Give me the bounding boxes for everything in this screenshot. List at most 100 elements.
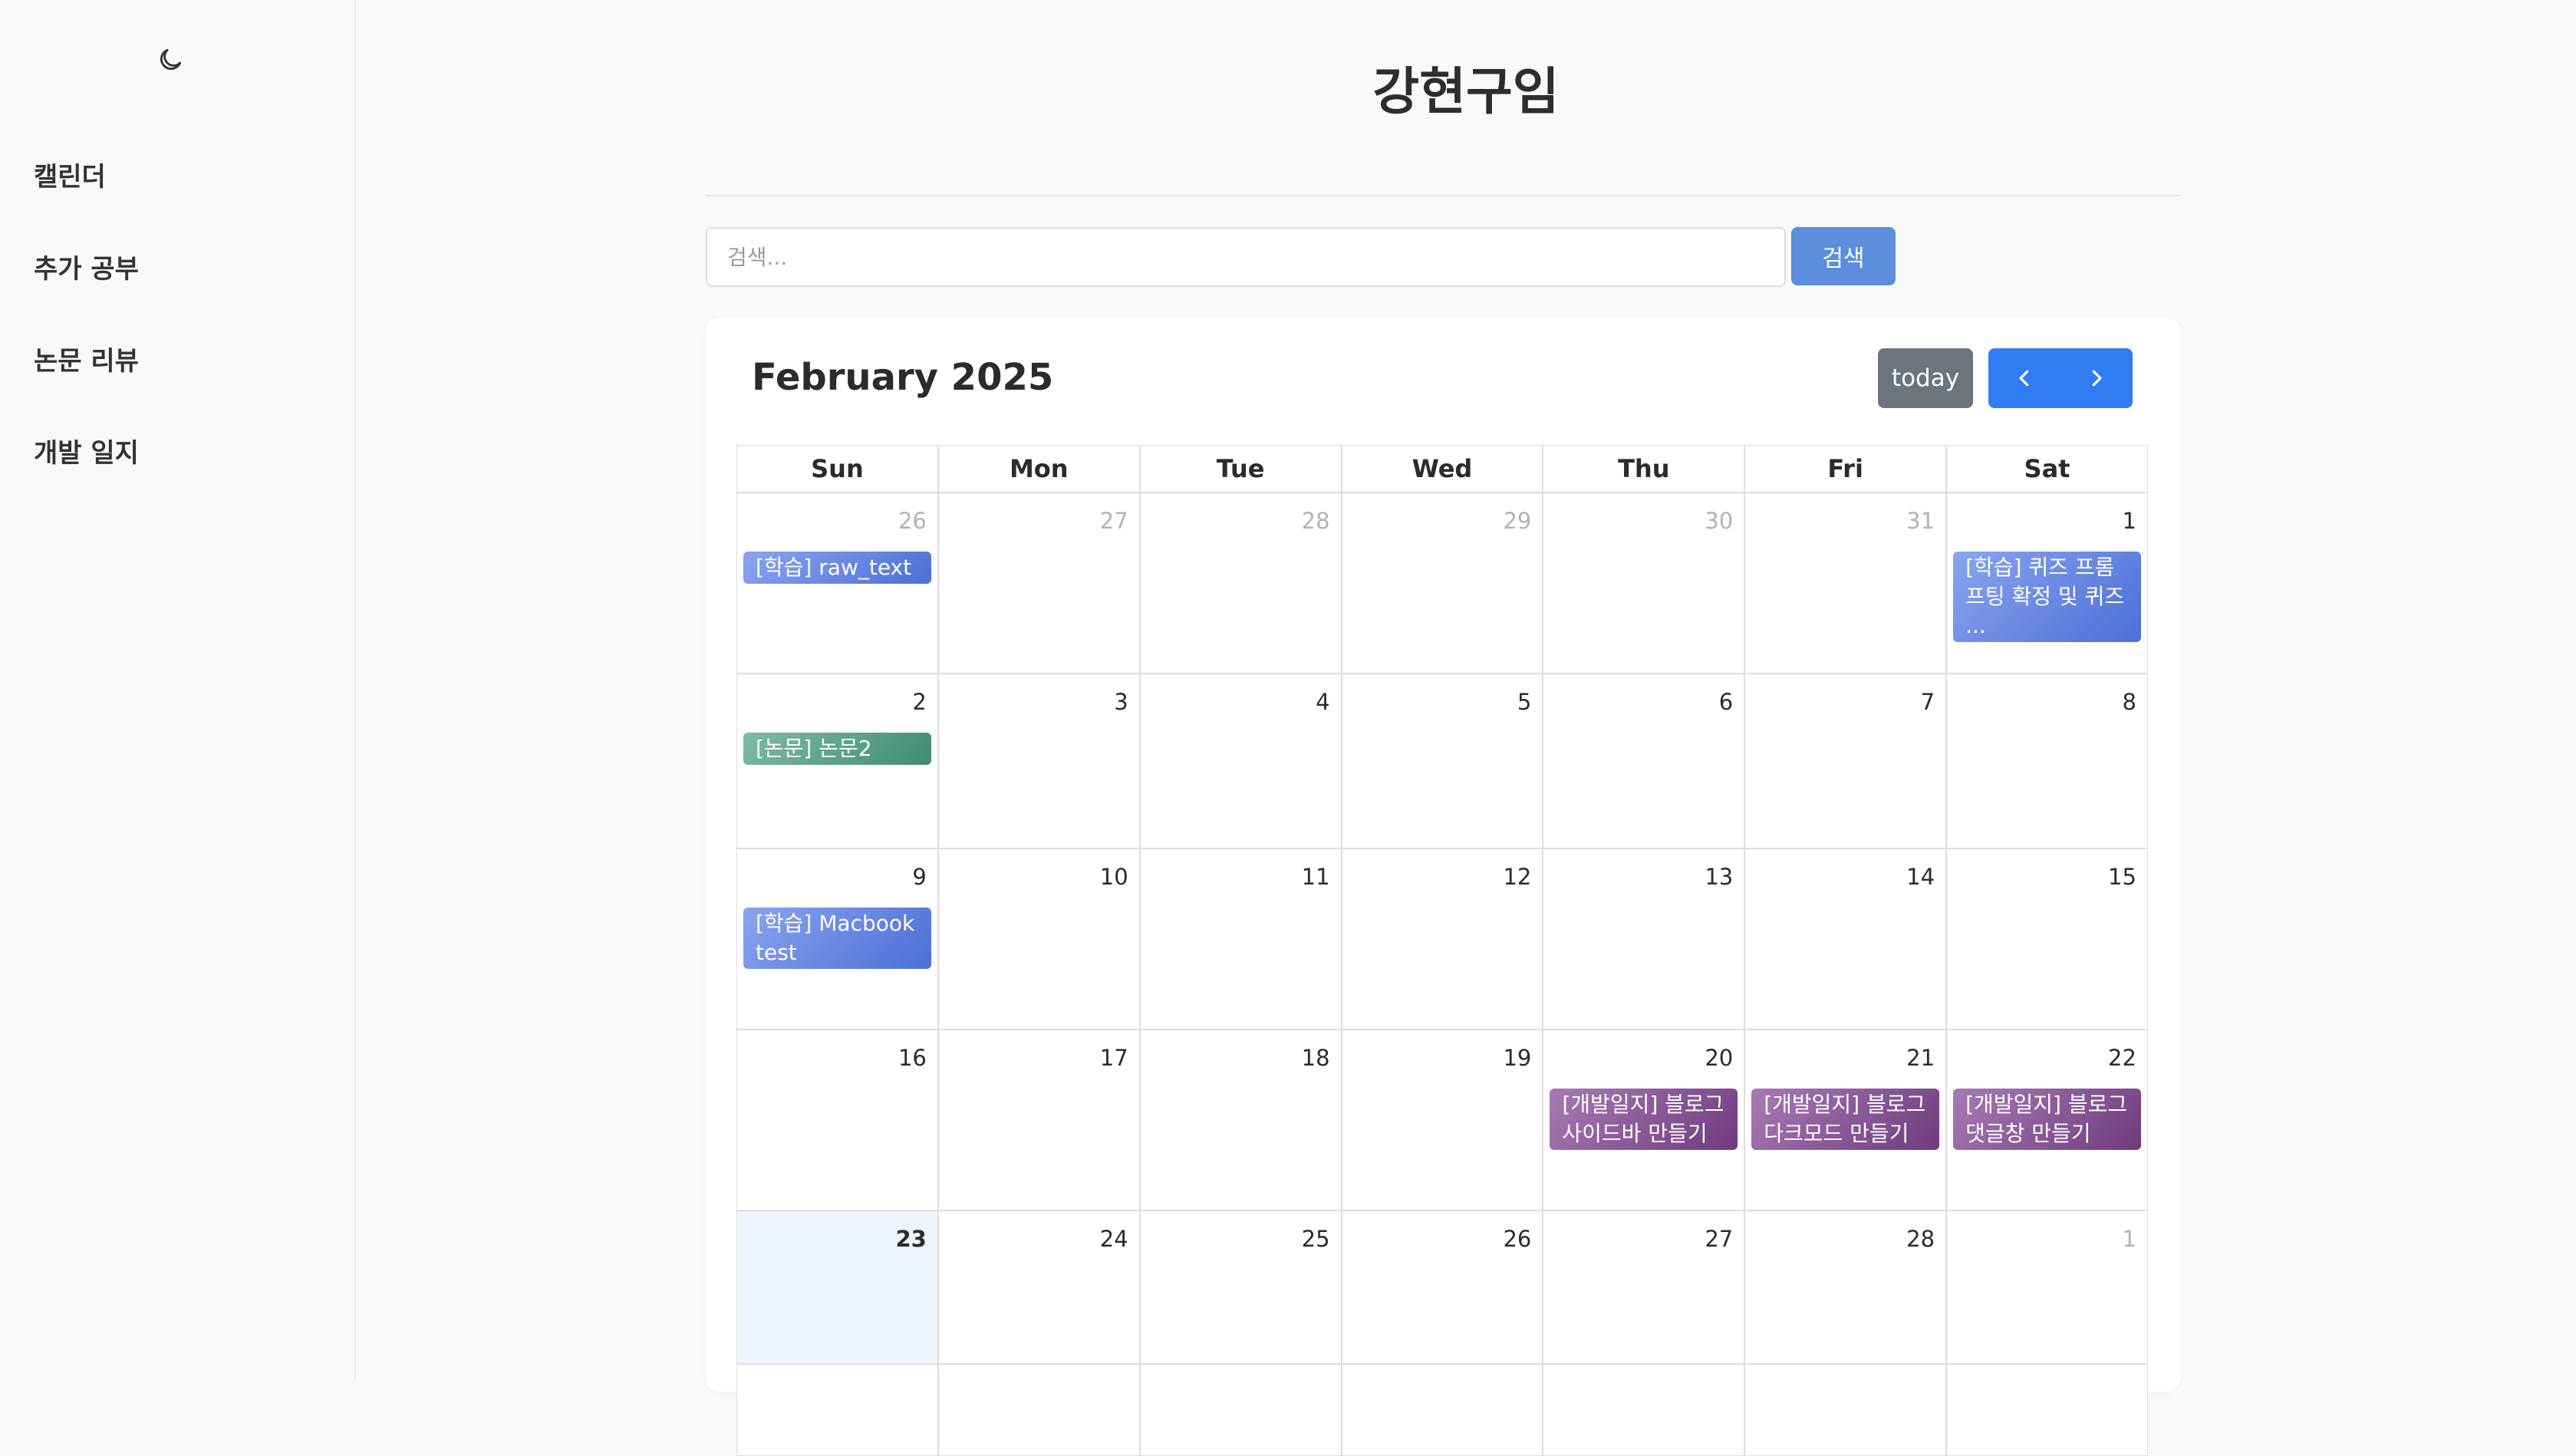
day-cell[interactable] — [1744, 1364, 1947, 1456]
main-content: 강현구임 검색 February 2025 today SunMonTueWed… — [356, 0, 2576, 1456]
day-cell[interactable]: 21 [개발일지] 블로그 다크모드 만들기 — [1744, 1029, 1947, 1211]
day-number: 31 — [1906, 508, 1935, 534]
sidebar-item-dev-log[interactable]: 개발 일지 — [34, 434, 139, 526]
day-cell[interactable]: 26 — [1341, 1211, 1543, 1364]
next-month-button[interactable] — [2060, 348, 2133, 408]
day-number: 24 — [1099, 1226, 1128, 1252]
weekday-header-cell: Sat — [1946, 445, 2148, 492]
page-title: 강현구임 — [1372, 62, 1560, 121]
day-number: 25 — [1301, 1226, 1330, 1252]
day-cell[interactable] — [1946, 1364, 2148, 1456]
day-number: 7 — [1920, 689, 1935, 715]
week-row — [736, 1364, 2148, 1456]
day-cell[interactable]: 6 — [1543, 674, 1745, 848]
day-cell[interactable]: 13 — [1543, 848, 1745, 1029]
sidebar: 캘린더 추가 공부 논문 리뷰 개발 일지 — [0, 0, 356, 1379]
day-number: 4 — [1316, 689, 1330, 715]
weekday-header-cell: Sun — [736, 445, 938, 492]
day-number: 8 — [2122, 689, 2136, 715]
day-cell[interactable]: 22 [개발일지] 블로그 댓글창 만들기 — [1946, 1029, 2148, 1211]
week-row: 9 [학습] Macbook test 10 11 12 13 14 15 — [736, 848, 2148, 1029]
day-cell[interactable]: 14 — [1744, 848, 1947, 1029]
calendar-event[interactable]: [논문] 논문2 — [743, 733, 931, 765]
day-number: 11 — [1301, 864, 1330, 890]
day-cell[interactable]: 11 — [1139, 848, 1342, 1029]
day-number: 13 — [1705, 864, 1734, 890]
day-cell[interactable]: 5 — [1341, 674, 1543, 848]
day-cell[interactable]: 28 — [1139, 492, 1342, 674]
day-number: 10 — [1099, 864, 1128, 890]
day-cell[interactable]: 27 — [937, 492, 1140, 674]
prev-month-button[interactable] — [1988, 348, 2060, 408]
sidebar-item-extra-study[interactable]: 추가 공부 — [34, 250, 139, 342]
sidebar-item-calendar[interactable]: 캘린더 — [34, 158, 139, 250]
weekday-header-cell: Tue — [1139, 445, 1342, 492]
day-cell[interactable]: 16 — [736, 1029, 938, 1211]
day-number: 28 — [1906, 1226, 1935, 1252]
day-cell[interactable]: 9 [학습] Macbook test — [736, 848, 938, 1029]
day-number: 26 — [1503, 1226, 1532, 1252]
day-cell[interactable]: 31 — [1744, 492, 1947, 674]
day-number: 14 — [1906, 864, 1935, 890]
day-cell[interactable]: 20 [개발일지] 블로그 사이드바 만들기 — [1543, 1029, 1745, 1211]
day-number: 20 — [1705, 1045, 1734, 1071]
calendar-event[interactable]: [학습] Macbook test — [743, 908, 931, 969]
day-cell[interactable]: 17 — [937, 1029, 1140, 1211]
calendar-event[interactable]: [개발일지] 블로그 댓글창 만들기 — [1953, 1089, 2141, 1150]
today-button[interactable]: today — [1878, 348, 1973, 408]
day-cell[interactable]: 27 — [1543, 1211, 1745, 1364]
title-divider — [706, 195, 2180, 196]
week-row: 2 [논문] 논문2 3 4 5 6 7 8 — [736, 674, 2148, 848]
day-number: 27 — [1099, 508, 1128, 534]
day-number: 15 — [2108, 864, 2136, 890]
day-cell-today[interactable]: 23 — [736, 1211, 938, 1364]
day-cell[interactable]: 26 [학습] raw_text — [736, 492, 938, 674]
day-number: 27 — [1705, 1226, 1734, 1252]
day-cell[interactable]: 8 — [1946, 674, 2148, 848]
weekday-header-cell: Wed — [1341, 445, 1543, 492]
day-cell[interactable]: 28 — [1744, 1211, 1947, 1364]
weekday-header-cell: Fri — [1744, 445, 1947, 492]
calendar-grid: Sun Mon Tue Wed Thu Fri Sat 26 [학습] raw_text 27 2… — [736, 445, 2148, 1456]
chevron-left-icon — [2019, 370, 2029, 387]
week-row: 26 [학습] raw_text 27 28 29 30 31 1 [학습] 퀴즈 프롬프팅 확… — [736, 492, 2148, 674]
day-cell[interactable]: 12 — [1341, 848, 1543, 1029]
day-number: 1 — [2122, 1226, 2136, 1252]
day-cell[interactable] — [1341, 1364, 1543, 1456]
day-cell[interactable]: 25 — [1139, 1211, 1342, 1364]
day-cell[interactable]: 3 — [937, 674, 1140, 848]
calendar-event[interactable]: [개발일지] 블로그 다크모드 만들기 — [1751, 1089, 1940, 1150]
calendar-event[interactable]: [개발일지] 블로그 사이드바 만들기 — [1550, 1089, 1738, 1150]
chevron-right-icon — [2092, 370, 2102, 387]
calendar-event[interactable]: [학습] 퀴즈 프롬프팅 확정 및 퀴즈 ... — [1953, 552, 2141, 642]
calendar-event[interactable]: [학습] raw_text — [743, 552, 931, 584]
search-input[interactable] — [706, 227, 1786, 287]
day-cell[interactable]: 2 [논문] 논문2 — [736, 674, 938, 848]
day-number: 3 — [1114, 689, 1128, 715]
day-number: 5 — [1517, 689, 1532, 715]
search-button[interactable]: 검색 — [1791, 227, 1896, 285]
weekday-header-cell: Thu — [1543, 445, 1745, 492]
day-cell[interactable]: 1 [학습] 퀴즈 프롬프팅 확정 및 퀴즈 ... — [1946, 492, 2148, 674]
day-number: 16 — [898, 1045, 927, 1071]
day-cell[interactable]: 30 — [1543, 492, 1745, 674]
day-cell[interactable]: 24 — [937, 1211, 1140, 1364]
day-cell[interactable]: 1 — [1946, 1211, 2148, 1364]
theme-toggle-button[interactable] — [152, 41, 189, 78]
day-number: 19 — [1503, 1045, 1532, 1071]
calendar: February 2025 today Sun Mon Tue Wed Thu Fri Sa… — [706, 318, 2180, 1456]
sidebar-item-paper-review[interactable]: 논문 리뷰 — [34, 342, 139, 434]
day-cell[interactable]: 15 — [1946, 848, 2148, 1029]
day-cell[interactable] — [937, 1364, 1140, 1456]
day-cell[interactable] — [1139, 1364, 1342, 1456]
day-number: 18 — [1301, 1045, 1330, 1071]
day-cell[interactable] — [736, 1364, 938, 1456]
day-number: 23 — [895, 1226, 927, 1252]
day-cell[interactable]: 7 — [1744, 674, 1947, 848]
day-cell[interactable]: 18 — [1139, 1029, 1342, 1211]
day-cell[interactable]: 10 — [937, 848, 1140, 1029]
day-cell[interactable]: 4 — [1139, 674, 1342, 848]
day-cell[interactable] — [1543, 1364, 1745, 1456]
day-cell[interactable]: 19 — [1341, 1029, 1543, 1211]
day-cell[interactable]: 29 — [1341, 492, 1543, 674]
